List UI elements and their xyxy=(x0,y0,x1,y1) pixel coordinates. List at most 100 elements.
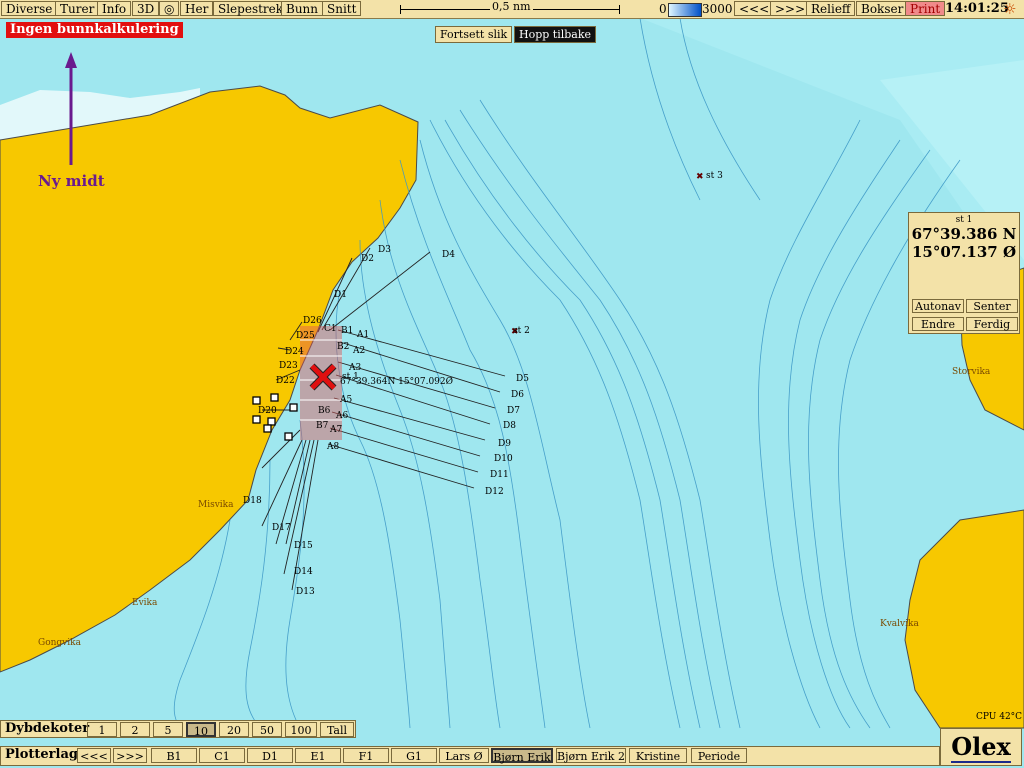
place-evika: Evika xyxy=(132,598,158,608)
layer-f1[interactable]: F1 xyxy=(343,748,389,763)
depth-contour-20[interactable]: 20 xyxy=(219,722,249,737)
marker-a8: A8 xyxy=(326,442,339,452)
marker-b1: B1 xyxy=(341,326,353,336)
depth-contours-label: Dybdekoter xyxy=(5,721,90,736)
marker-d2: D2 xyxy=(361,254,374,264)
sun-icon[interactable]: ☼ xyxy=(1003,0,1016,18)
cursor-coordinate: 67°39.364N 15°07.092Ø xyxy=(340,376,453,387)
layer-d1[interactable]: D1 xyxy=(247,748,293,763)
marker-d9: D9 xyxy=(498,439,511,449)
layer-bjorn-erik-2[interactable]: Bjørn Erik 2 xyxy=(556,748,626,763)
olex-logo: Olex xyxy=(940,728,1022,766)
target-icon[interactable]: ◎ xyxy=(159,1,179,16)
marker-d5: D5 xyxy=(516,374,529,384)
marker-a3: A3 xyxy=(348,363,361,373)
station-st3-label: st 3 xyxy=(706,171,723,181)
depth-contour-100[interactable]: 100 xyxy=(285,722,317,737)
depth-contour-1[interactable]: 1 xyxy=(87,722,117,737)
marker-d10: D10 xyxy=(494,454,513,464)
endre-button[interactable]: Endre xyxy=(912,317,964,331)
marker-d13: D13 xyxy=(296,587,315,597)
marker-d14: D14 xyxy=(294,567,313,577)
marker-d6: D6 xyxy=(511,390,524,400)
layer-lars[interactable]: Lars Ø xyxy=(439,748,489,763)
olex-logo-text: Olex xyxy=(951,732,1011,763)
depth-max-label: 3000 xyxy=(702,2,733,16)
scale-bar: 0,5 nm xyxy=(400,0,620,14)
station-st3[interactable]: ✖ xyxy=(696,172,704,182)
marker-a6: A6 xyxy=(335,411,348,421)
marker-a7: A7 xyxy=(329,425,342,435)
layer-bjorn-erik[interactable]: Bjørn Erik xyxy=(491,748,553,764)
continue-button[interactable]: Fortsett slik xyxy=(435,26,513,43)
ferdig-button[interactable]: Ferdig xyxy=(966,317,1018,331)
layer-e1[interactable]: E1 xyxy=(295,748,341,763)
depth-contour-50[interactable]: 50 xyxy=(252,722,282,737)
print-button[interactable]: Print xyxy=(905,1,946,16)
marker-b7: B7 xyxy=(316,421,329,431)
plotter-layers-label: Plotterlag xyxy=(5,747,78,762)
depth-contour-tall[interactable]: Tall xyxy=(320,722,354,737)
autonav-button[interactable]: Autonav xyxy=(912,299,964,313)
marker-d8: D8 xyxy=(503,421,516,431)
marker-d17: D17 xyxy=(272,523,291,533)
plotter-prev[interactable]: <<< xyxy=(77,748,111,763)
marker-c1: C1 xyxy=(324,324,337,334)
jump-back-button[interactable]: Hopp tilbake xyxy=(514,26,597,43)
menu-diverse[interactable]: Diverse xyxy=(1,1,58,16)
marker-d23: D23 xyxy=(279,361,298,371)
layer-g1[interactable]: G1 xyxy=(391,748,437,763)
depth-contour-10[interactable]: 10 xyxy=(186,722,216,738)
marker-d3: D3 xyxy=(378,245,391,255)
ny-midt-label[interactable]: Ny midt xyxy=(38,172,105,190)
layer-b1[interactable]: B1 xyxy=(151,748,197,763)
menu-slepestrek[interactable]: Slepestrek xyxy=(213,1,289,16)
senter-button[interactable]: Senter xyxy=(966,299,1018,313)
layer-c1[interactable]: C1 xyxy=(199,748,245,763)
clock: 14:01:25 xyxy=(945,1,1009,16)
depth-min-label: 0 xyxy=(659,2,667,16)
next-button[interactable]: >>> xyxy=(770,1,811,16)
plotter-layers-bar: Plotterlag <<< >>> B1 C1 D1 E1 F1 G1 Lar… xyxy=(0,746,940,766)
marker-d4: D4 xyxy=(442,250,455,260)
top-toolbar: Diverse Turer Info 3D ◎ Her Slepestrek B… xyxy=(0,0,1024,19)
place-storvika: Storvika xyxy=(952,367,991,377)
station-st2-label: st 2 xyxy=(513,326,530,336)
menu-her[interactable]: Her xyxy=(180,1,214,16)
prev-button[interactable]: <<< xyxy=(734,1,775,16)
info-longitude: 15°07.137 Ø xyxy=(911,243,1017,261)
depth-color-scale xyxy=(668,3,702,17)
info-station-name: st 1 xyxy=(955,215,973,225)
layer-periode[interactable]: Periode xyxy=(691,748,747,763)
place-kvalvika: Kvalvika xyxy=(880,619,919,629)
depth-contour-5[interactable]: 5 xyxy=(153,722,183,737)
menu-3d[interactable]: 3D xyxy=(132,1,160,16)
menu-bunn[interactable]: Bunn xyxy=(281,1,324,16)
menu-info[interactable]: Info xyxy=(97,1,132,16)
depth-contours-bar: Dybdekoter 1 2 5 10 20 50 100 Tall xyxy=(0,720,356,738)
plotter-next[interactable]: >>> xyxy=(113,748,147,763)
marker-d22: D22 xyxy=(276,376,295,386)
marker-b2: B2 xyxy=(337,342,349,352)
scale-label: 0,5 nm xyxy=(490,0,533,13)
layer-kristine[interactable]: Kristine xyxy=(629,748,687,763)
no-bottom-calc-banner: Ingen bunnkalkulering xyxy=(6,22,183,38)
menu-snitt[interactable]: Snitt xyxy=(322,1,362,16)
place-gongvika: Gongvika xyxy=(38,638,82,648)
marker-d18: D18 xyxy=(243,496,262,506)
marker-a5: A5 xyxy=(339,395,352,405)
depth-contour-2[interactable]: 2 xyxy=(120,722,150,737)
marker-d20: D20 xyxy=(258,406,277,416)
bokser-button[interactable]: Bokser xyxy=(856,1,909,16)
cpu-temperature: CPU 42°C xyxy=(976,712,1023,722)
marker-b6: B6 xyxy=(318,406,331,416)
relieff-button[interactable]: Relieff xyxy=(806,1,856,16)
menu-turer[interactable]: Turer xyxy=(55,1,100,16)
marker-d25: D25 xyxy=(296,331,315,341)
marker-d24: D24 xyxy=(285,347,304,357)
station-info-panel: st 1 67°39.386 N 15°07.137 Ø Autonav Sen… xyxy=(908,212,1020,334)
marker-d11: D11 xyxy=(490,470,509,480)
marker-d15: D15 xyxy=(294,541,313,551)
chart-map[interactable]: ✖ ✖ st 2 st 3 st 1 67°39.364N 15°07.092Ø… xyxy=(0,18,1024,768)
place-misvika: Misvika xyxy=(198,500,234,510)
